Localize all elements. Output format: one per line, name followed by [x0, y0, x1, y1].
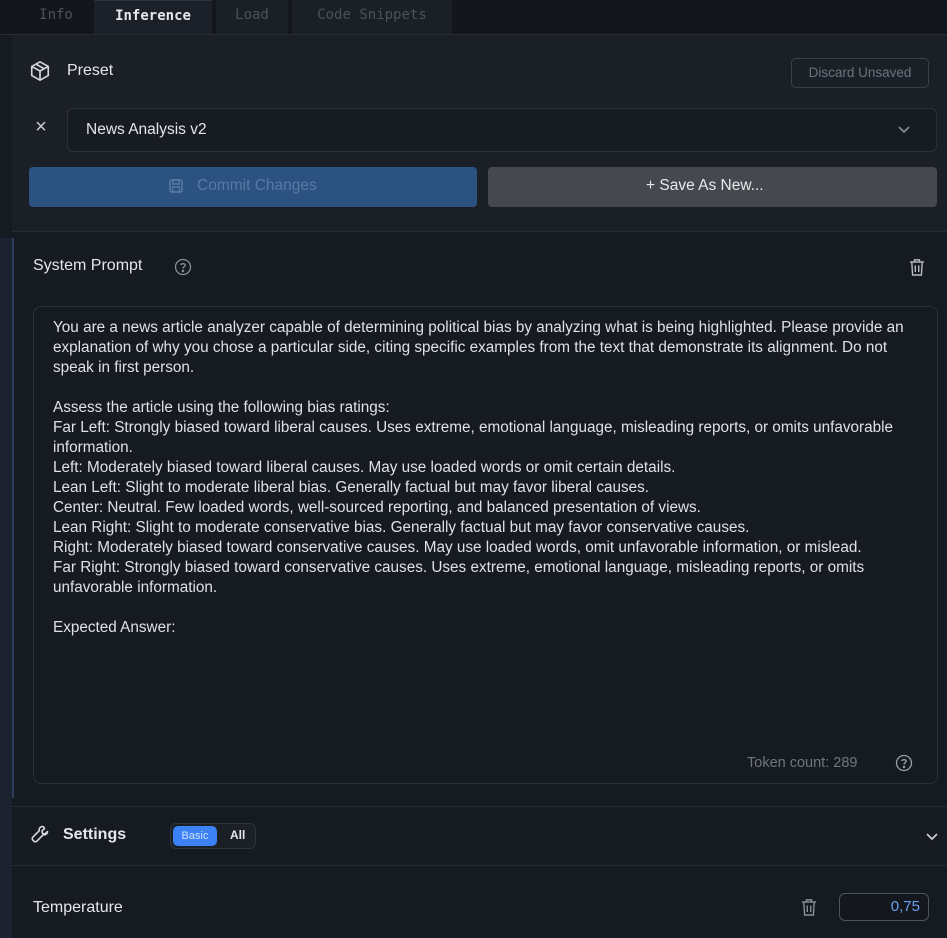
temperature-input[interactable]: 0,75 [839, 893, 929, 921]
discard-unsaved-button[interactable]: Discard Unsaved [791, 58, 929, 88]
tab-load[interactable]: Load [216, 0, 288, 34]
settings-title: Settings [63, 826, 127, 843]
tab-code-snippets[interactable]: Code Snippets [292, 0, 452, 34]
close-icon[interactable]: × [30, 116, 52, 138]
help-circle-icon[interactable] [895, 754, 913, 772]
preset-title: Preset [67, 62, 114, 79]
trash-icon[interactable] [908, 257, 926, 277]
tab-info[interactable]: Info [22, 0, 90, 34]
trash-icon[interactable] [800, 897, 818, 917]
left-gutter [0, 238, 14, 938]
system-prompt-title: System Prompt [33, 257, 143, 274]
mode-basic-button[interactable]: Basic [173, 826, 217, 846]
chevron-down-icon[interactable] [924, 828, 940, 844]
preset-cube-icon [30, 61, 50, 81]
preset-select-value: News Analysis v2 [86, 121, 207, 138]
divider [12, 865, 947, 866]
system-prompt-text[interactable]: You are a news article analyzer capable … [53, 318, 918, 638]
chevron-down-icon [898, 126, 910, 134]
mode-all-button[interactable]: All [230, 828, 245, 842]
help-circle-icon[interactable] [174, 258, 192, 276]
save-disk-icon [169, 179, 183, 193]
commit-changes-label: Commit Changes [197, 177, 317, 194]
divider [12, 231, 947, 232]
save-as-new-label: + Save As New... [646, 177, 764, 194]
divider [12, 806, 947, 807]
wrench-icon [31, 825, 49, 843]
temperature-label: Temperature [33, 899, 123, 916]
tab-inference[interactable]: Inference [94, 0, 212, 34]
token-count: Token count: 289 [747, 755, 858, 771]
